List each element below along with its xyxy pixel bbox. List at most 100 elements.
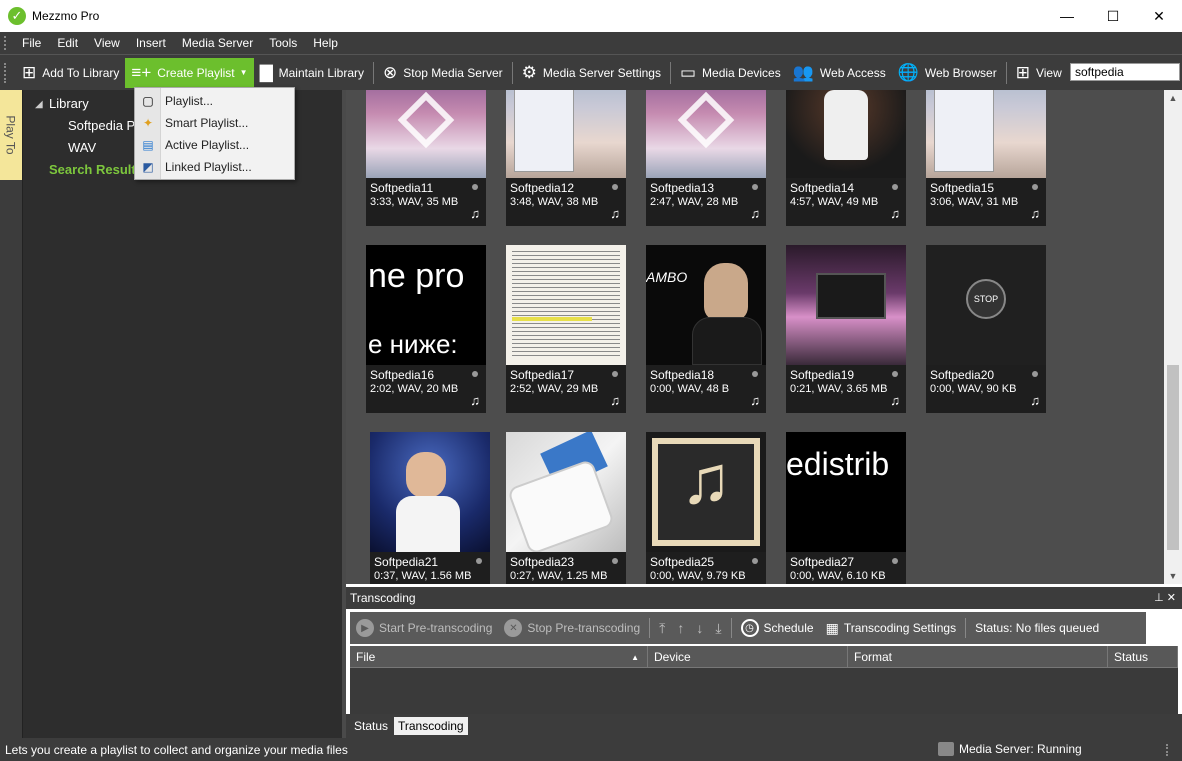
tree-item-softpedia-playlist[interactable]: Softpedia P (68, 118, 135, 133)
status-dot-icon (752, 558, 758, 564)
move-up-icon[interactable]: ↑ (671, 620, 690, 636)
tree-item-library[interactable]: Library (49, 96, 89, 111)
thumbnail-text: е ниже: (368, 329, 458, 359)
media-thumbnail: ne pro е ниже: (366, 245, 486, 365)
toolbar-separator (649, 618, 651, 638)
document-lines (512, 251, 620, 359)
grid-scrollbar[interactable]: ▲ ▼ (1164, 90, 1182, 584)
menu-edit[interactable]: Edit (49, 36, 86, 50)
media-tile[interactable]: Softpedia21 0:37, WAV, 1.56 MB (370, 432, 490, 584)
tile-meta: 2:52, WAV, 29 MB (510, 383, 599, 395)
tree-item-search-results[interactable]: Search Results (49, 162, 143, 177)
tree-item-wav[interactable]: WAV (68, 140, 96, 155)
scrollbar-thumb[interactable] (1167, 365, 1179, 550)
grid-view-icon: ⊞ (1015, 63, 1030, 82)
web-access-button[interactable]: 👥 Web Access (787, 58, 892, 88)
stop-media-server-label: Stop Media Server (403, 65, 503, 80)
web-browser-label: Web Browser (924, 65, 997, 80)
menu-media-server[interactable]: Media Server (174, 36, 261, 50)
status-dot-icon (1032, 371, 1038, 377)
close-button[interactable]: ✕ (1136, 0, 1182, 32)
menu-grip[interactable] (4, 36, 8, 50)
media-thumbnail: edistrib (786, 432, 906, 552)
media-tile[interactable]: Softpedia23 0:27, WAV, 1.25 MB (506, 432, 626, 584)
minimize-button[interactable]: — (1044, 0, 1090, 32)
tile-info: Softpedia23 0:27, WAV, 1.25 MB (506, 552, 626, 584)
toolbar-separator (373, 61, 375, 84)
music-note-icon: ♫ (890, 206, 900, 221)
stop-pretranscoding-button[interactable]: ✕ Stop Pre-transcoding (498, 619, 646, 637)
media-tile[interactable]: Softpedia17 2:52, WAV, 29 MB ♫ (506, 245, 626, 413)
tile-info: Softpedia15 3:06, WAV, 31 MB ♫ (926, 178, 1046, 226)
dropdown-item-linked-playlist[interactable]: ◩ Linked Playlist... (135, 156, 294, 178)
media-server-settings-button[interactable]: ⚙ Media Server Settings (516, 58, 667, 88)
move-down-icon[interactable]: ↓ (690, 620, 709, 636)
menu-help[interactable]: Help (305, 36, 346, 50)
media-tile[interactable]: STOP Softpedia20 0:00, WAV, 90 KB ♫ (926, 245, 1046, 413)
dropdown-item-active-playlist[interactable]: ▤ Active Playlist... (135, 134, 294, 156)
scroll-down-icon[interactable]: ▼ (1164, 568, 1182, 584)
media-tile[interactable]: Softpedia19 0:21, WAV, 3.65 MB ♫ (786, 245, 906, 413)
music-note-icon: ♫ (470, 206, 480, 221)
status-dot-icon (612, 184, 618, 190)
toolbar-separator (1005, 61, 1007, 84)
tab-transcoding[interactable]: Transcoding (394, 717, 468, 735)
tab-status[interactable]: Status (350, 717, 392, 735)
tile-meta: 0:00, WAV, 9.79 KB (650, 570, 746, 582)
view-button[interactable]: ⊞ View (1010, 58, 1068, 88)
column-header-file[interactable]: File ▲ (350, 646, 648, 668)
maintain-library-button[interactable]: ▇ Maintain Library (254, 58, 370, 88)
media-tile[interactable]: Softpedia13 2:47, WAV, 28 MB ♫ (646, 90, 766, 226)
add-to-library-button[interactable]: ⊞ Add To Library (16, 58, 125, 88)
dropdown-item-playlist[interactable]: ▢ Playlist... (135, 90, 294, 112)
column-header-status[interactable]: Status (1108, 646, 1178, 668)
start-pretranscoding-button[interactable]: ▶ Start Pre-transcoding (350, 619, 498, 637)
media-tile[interactable]: ♫ Softpedia25 0:00, WAV, 9.79 KB (646, 432, 766, 584)
menu-file[interactable]: File (14, 36, 49, 50)
dropdown-item-smart-playlist[interactable]: ✦ Smart Playlist... (135, 112, 294, 134)
sort-up-icon: ▲ (631, 652, 639, 662)
playlist-icon: ▢ (142, 94, 154, 108)
create-playlist-button[interactable]: ≡+ Create Playlist ▼ (125, 57, 254, 88)
menu-insert[interactable]: Insert (128, 36, 174, 50)
performer-shape (824, 90, 868, 160)
schedule-button[interactable]: ◷ Schedule (735, 619, 820, 637)
media-tile[interactable]: Softpedia14 4:57, WAV, 49 MB ♫ (786, 90, 906, 226)
move-top-icon[interactable]: ⤒ (653, 620, 671, 637)
media-tile[interactable]: Softpedia15 3:06, WAV, 31 MB ♫ (926, 90, 1046, 226)
tile-meta: 3:33, WAV, 35 MB (370, 196, 459, 208)
menu-tools[interactable]: Tools (261, 36, 305, 50)
media-tile[interactable]: AMBO Softpedia18 0:00, WAV, 48 B ♫ (646, 245, 766, 413)
transcoding-status-label: Status: No files queued (975, 621, 1100, 635)
collapse-arrow-icon[interactable]: ◢ (35, 99, 43, 110)
web-browser-button[interactable]: 🌐 Web Browser (892, 58, 1003, 88)
status-dot-icon (752, 371, 758, 377)
thumbnail-text: AMBO (646, 269, 688, 285)
tile-name: Softpedia21 (374, 555, 439, 569)
panel-pin-close-icons[interactable]: ⊥ ✕ (1154, 591, 1176, 604)
media-tile[interactable]: edistrib Softpedia27 0:00, WAV, 6.10 KB (786, 432, 906, 584)
chevron-down-icon[interactable]: ▼ (240, 68, 248, 77)
column-header-device[interactable]: Device (648, 646, 848, 668)
media-tile[interactable]: Softpedia11 3:33, WAV, 35 MB ♫ (366, 90, 486, 226)
scroll-up-icon[interactable]: ▲ (1164, 90, 1182, 106)
media-tile[interactable]: Softpedia12 3:48, WAV, 38 MB ♫ (506, 90, 626, 226)
media-tile[interactable]: ne pro е ниже: Softpedia16 2:02, WAV, 20… (366, 245, 486, 413)
menu-view[interactable]: View (86, 36, 128, 50)
transcoding-settings-button[interactable]: ▦ Transcoding Settings (820, 620, 963, 637)
search-input[interactable] (1070, 63, 1180, 81)
column-header-format[interactable]: Format (848, 646, 1108, 668)
media-thumbnail (646, 90, 766, 178)
tile-name: Softpedia20 (930, 368, 995, 382)
media-devices-button[interactable]: ▭ Media Devices (674, 58, 787, 88)
add-library-icon: ⊞ (22, 63, 37, 82)
toolbar-grip[interactable] (4, 62, 8, 83)
maximize-button[interactable]: ☐ (1090, 0, 1136, 32)
media-thumbnail (366, 90, 486, 178)
resize-grip-icon[interactable] (1166, 744, 1178, 756)
linked-playlist-icon: ◩ (142, 160, 154, 174)
play-to-tab[interactable]: Play To (0, 90, 22, 180)
stop-media-server-button[interactable]: ⊗ Stop Media Server (377, 58, 509, 88)
menu-bar: File Edit View Insert Media Server Tools… (0, 32, 1182, 54)
move-bottom-icon[interactable]: ⤓ (709, 620, 727, 637)
